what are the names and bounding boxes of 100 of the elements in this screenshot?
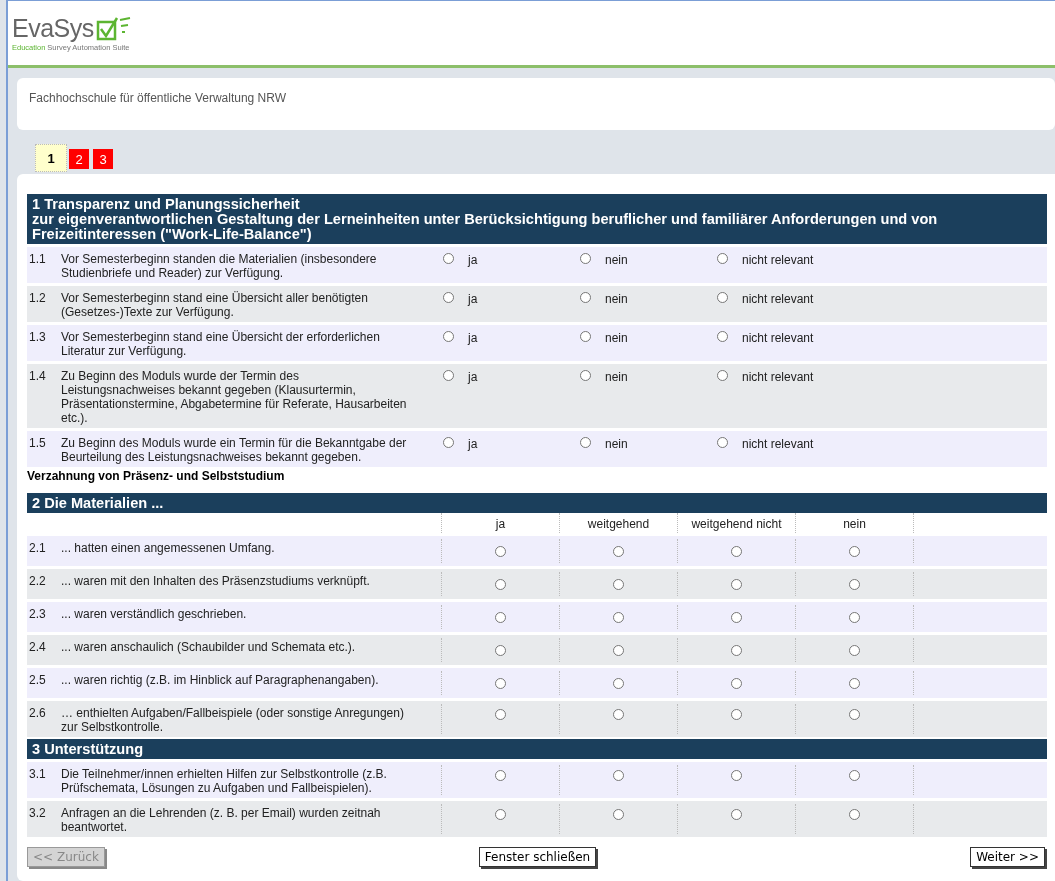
- question-text: ... waren anschaulich (Schaubilder und Schemata etc.).: [61, 639, 357, 656]
- radio-button[interactable]: [613, 677, 624, 689]
- logo-wordmark: EvaSys: [12, 14, 94, 43]
- section-header: 2 Die Materialien ...: [27, 493, 1047, 513]
- option-label: nicht relevant: [742, 253, 814, 267]
- question-text: Vor Semesterbeginn standen die Materialien (insbesondere Studienbriefe und Reader) zur Verfügung.: [61, 251, 378, 282]
- question-number: 2.1: [28, 540, 47, 557]
- radio-button[interactable]: [613, 809, 624, 820]
- radio-button[interactable]: [495, 677, 506, 689]
- question-number: 2.2: [28, 573, 47, 590]
- question-number: 1.3: [28, 329, 47, 346]
- question-text: Vor Semesterbeginn stand eine Übersicht der erforderlichen Literatur zur Verfügung.: [61, 329, 381, 360]
- section-header: 1 Transparenz und Planungssicherheit zur eigenverantwortlichen Gestaltung der Lerneinheiten unter Berücksichtigung beruflicher und familiärer Anforderungen und von Freizeitinteressen ("Work-Life-Balance"): [27, 194, 1047, 244]
- question-text: Anfragen an die Lehrenden (z. B. per Email) wurden zeitnah beantwortet.: [61, 805, 382, 836]
- question-text: ... waren mit den Inhalten des Präsenzstudiums verknüpft.: [61, 573, 371, 590]
- radio-button[interactable]: [443, 292, 454, 303]
- radio-button[interactable]: [443, 437, 454, 448]
- radio-button[interactable]: [580, 331, 591, 342]
- question-number: 2.5: [28, 672, 47, 689]
- radio-button[interactable]: [495, 611, 506, 623]
- radio-button[interactable]: [495, 770, 506, 781]
- question-text: Die Teilnehmer/innen erhielten Hilfen zur Selbstkontrolle (z.B. Prüfschemata, Lösungen zu Aufgaben und Fallbeispielen).: [61, 766, 388, 797]
- column-header: ja: [441, 513, 559, 533]
- radio-button[interactable]: [731, 770, 742, 781]
- section-header: 3 Unterstützung: [27, 739, 1047, 759]
- radio-button[interactable]: [613, 644, 624, 656]
- question-number: 2.3: [28, 606, 47, 623]
- radio-button[interactable]: [717, 370, 728, 381]
- radio-button[interactable]: [443, 370, 454, 381]
- radio-button[interactable]: [580, 370, 591, 381]
- question-number: 2.6: [28, 705, 47, 722]
- question-number: 3.2: [28, 805, 47, 822]
- question-number: 1.5: [28, 435, 47, 452]
- option-label: nicht relevant: [742, 437, 814, 451]
- question-text: Zu Beginn des Moduls wurde ein Termin für die Bekanntgabe der Beurteilung des Leistungsnachweises bekannt gegeben.: [61, 435, 408, 466]
- page-tab[interactable]: 2: [69, 149, 89, 169]
- option-label: nein: [605, 292, 628, 306]
- radio-button[interactable]: [849, 709, 860, 720]
- radio-button[interactable]: [580, 437, 591, 448]
- question-number: 1.1: [28, 251, 47, 268]
- option-label: ja: [468, 331, 478, 345]
- radio-button[interactable]: [495, 545, 506, 557]
- radio-button[interactable]: [731, 709, 742, 720]
- column-header: nein: [795, 513, 913, 533]
- radio-button[interactable]: [613, 709, 624, 720]
- institution-name: Fachhochschule für öffentliche Verwaltung NRW: [29, 91, 287, 105]
- radio-button[interactable]: [495, 709, 506, 720]
- radio-button[interactable]: [849, 578, 860, 590]
- logo-check-icon: [95, 15, 132, 42]
- question-text: Zu Beginn des Moduls wurde der Termin des Leistungsnachweises bekannt gegeben (Klausurtermin, Präsentationstermine, Abgabetermine für Referate, Hausarbeiten etc.).: [61, 368, 408, 427]
- option-label: nein: [605, 253, 628, 267]
- radio-button[interactable]: [849, 545, 860, 557]
- radio-button[interactable]: [731, 644, 742, 656]
- question-number: 1.2: [28, 290, 47, 307]
- question-number: 1.4: [28, 368, 47, 385]
- option-label: ja: [468, 437, 478, 451]
- radio-button[interactable]: [849, 611, 860, 623]
- radio-button[interactable]: [849, 644, 860, 656]
- radio-button[interactable]: [613, 770, 624, 781]
- question-number: 2.4: [28, 639, 47, 656]
- radio-button[interactable]: [613, 578, 624, 590]
- option-label: nicht relevant: [742, 331, 814, 345]
- question-text: ... waren verständlich geschrieben.: [61, 606, 248, 623]
- radio-button[interactable]: [731, 545, 742, 557]
- option-label: ja: [468, 292, 478, 306]
- radio-button[interactable]: [717, 437, 728, 448]
- radio-button[interactable]: [580, 292, 591, 303]
- option-label: nein: [605, 331, 628, 345]
- radio-button[interactable]: [495, 578, 506, 590]
- option-label: nein: [605, 370, 628, 384]
- close-window-button[interactable]: Fenster schließen: [478, 847, 597, 867]
- radio-button[interactable]: [731, 677, 742, 689]
- radio-button[interactable]: [731, 578, 742, 590]
- radio-button[interactable]: [580, 253, 591, 264]
- radio-button[interactable]: [613, 611, 624, 623]
- option-label: nicht relevant: [742, 370, 814, 384]
- option-label: nicht relevant: [742, 292, 814, 306]
- radio-button[interactable]: [731, 611, 742, 623]
- radio-button[interactable]: [717, 331, 728, 342]
- radio-button[interactable]: [849, 809, 860, 820]
- radio-button[interactable]: [717, 292, 728, 303]
- section-caption: Verzahnung von Präsenz- und Selbststudium: [27, 468, 286, 485]
- question-number: 3.1: [28, 766, 47, 783]
- radio-button[interactable]: [849, 770, 860, 781]
- radio-button[interactable]: [613, 545, 624, 557]
- column-header: weitgehend: [559, 513, 677, 533]
- radio-button[interactable]: [849, 677, 860, 689]
- column-header: weitgehend nicht: [677, 513, 795, 533]
- radio-button[interactable]: [443, 331, 454, 342]
- option-label: ja: [468, 370, 478, 384]
- page-tab[interactable]: 1: [35, 144, 67, 172]
- radio-button[interactable]: [443, 253, 454, 264]
- option-label: nein: [605, 437, 628, 451]
- radio-button[interactable]: [731, 809, 742, 820]
- next-button[interactable]: Weiter >>: [970, 847, 1045, 867]
- radio-button[interactable]: [717, 253, 728, 264]
- radio-button[interactable]: [495, 809, 506, 820]
- page-tab[interactable]: 3: [93, 149, 113, 169]
- option-label: ja: [468, 253, 478, 267]
- radio-button[interactable]: [495, 644, 506, 656]
